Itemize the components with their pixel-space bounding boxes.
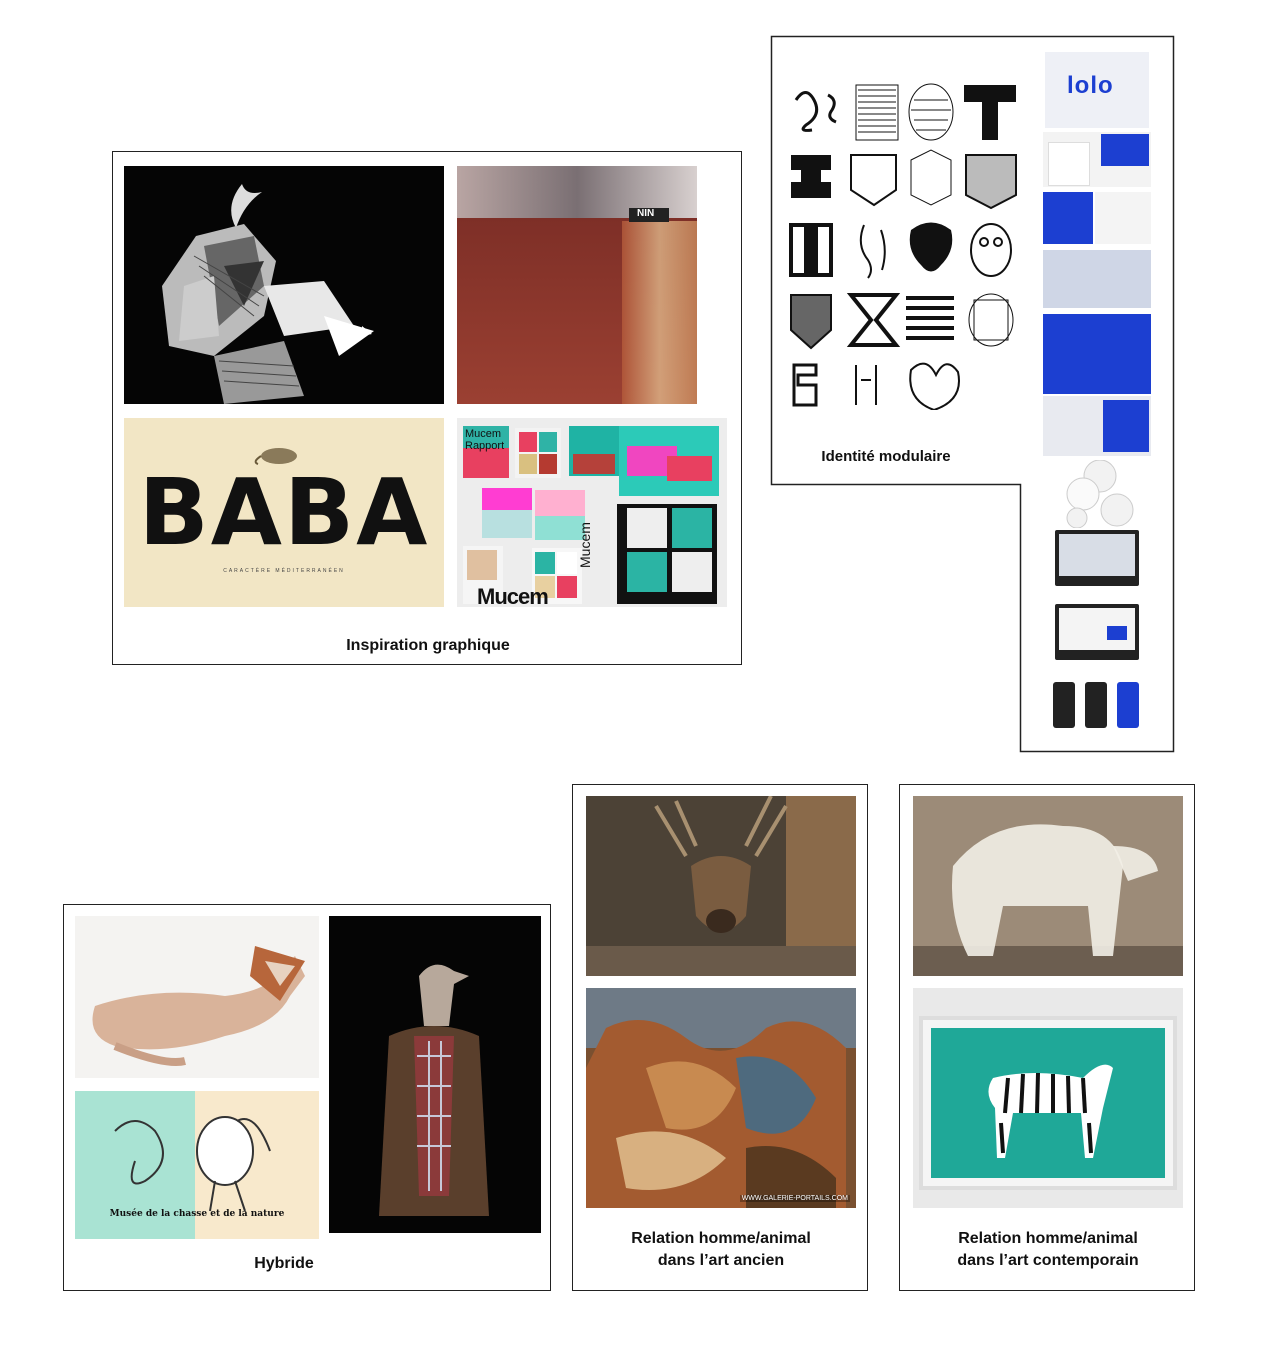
bird-headed-man-photo[interactable] bbox=[329, 916, 541, 1233]
lolo-portraits bbox=[1043, 250, 1151, 308]
baba-subtitle: CARACTÈRE MÉDITERRANÉEN bbox=[223, 568, 345, 574]
red-abstract-album-cover[interactable]: NIN bbox=[457, 166, 697, 404]
hybride-caption: Hybride bbox=[254, 1255, 314, 1272]
lolo-posters bbox=[1043, 396, 1151, 456]
collage-graphic bbox=[162, 184, 374, 404]
hunt-painting-image[interactable]: WWW.GALERIE-PORTAILS.COM bbox=[586, 988, 856, 1208]
mucem-label-4: Mucem bbox=[577, 522, 593, 568]
art-contemporain-caption-line2: dans l’art contemporain bbox=[957, 1252, 1139, 1269]
identite-caption: Identité modulaire bbox=[821, 448, 951, 465]
mucem-label-2: Rapport bbox=[465, 440, 505, 452]
lolo-desktop-mockup-2 bbox=[1055, 604, 1139, 660]
mucem-label-1: Mucem bbox=[465, 428, 502, 440]
bird-man-graphic bbox=[379, 964, 489, 1216]
hunt-graphic bbox=[586, 988, 856, 1208]
lolo-grid-print bbox=[1095, 192, 1151, 244]
zebra-graphic bbox=[919, 1016, 1177, 1190]
mucem-report-layouts[interactable]: Mucem Rapport Mucem Mucem bbox=[457, 418, 727, 607]
face-glyph-grid[interactable] bbox=[786, 80, 1026, 412]
museum-bird-poster[interactable]: Musée de la chasse et de la nature bbox=[75, 1091, 319, 1239]
inspiration-caption: Inspiration graphique bbox=[346, 637, 510, 654]
lolo-blue-cards bbox=[1043, 314, 1151, 394]
face-glyphs-graphic bbox=[789, 83, 1017, 412]
lolo-logo: lolo bbox=[1067, 72, 1114, 99]
lolo-tote-and-card bbox=[1043, 132, 1151, 187]
stag-tapestry-image[interactable] bbox=[586, 796, 856, 976]
mucem-label-3: Mucem bbox=[477, 584, 549, 607]
art-contemporain-caption-line1: Relation homme/animal bbox=[958, 1230, 1138, 1247]
fox-head-body-image[interactable] bbox=[75, 916, 319, 1078]
lolo-badges bbox=[1055, 459, 1145, 529]
red-abstract-graphic bbox=[457, 166, 697, 404]
album-label: NIN bbox=[637, 208, 655, 219]
art-ancien-panel: WWW.GALERIE-PORTAILS.COM Relation homme/… bbox=[572, 784, 868, 1291]
stag-graphic bbox=[586, 796, 856, 976]
lolo-cover: lolo bbox=[1045, 52, 1149, 128]
baba-typeface-poster[interactable]: BABA CARACTÈRE MÉDITERRANÉEN bbox=[124, 418, 444, 607]
art-contemporain-panel: Relation homme/animal dans l’art contemp… bbox=[899, 784, 1195, 1291]
art-ancien-caption-line1: Relation homme/animal bbox=[631, 1230, 811, 1247]
lolo-desktop-mockup-1 bbox=[1055, 530, 1139, 586]
gallery-watermark: WWW.GALERIE-PORTAILS.COM bbox=[739, 1195, 850, 1202]
zebra-formaldehyde-image[interactable] bbox=[913, 988, 1183, 1208]
lace-bear-graphic bbox=[913, 796, 1183, 976]
lolo-phone-mockups bbox=[1053, 682, 1143, 728]
baba-title: BABA bbox=[138, 459, 430, 566]
fox-body-graphic bbox=[92, 946, 305, 1066]
art-ancien-caption-line2: dans l’art ancien bbox=[657, 1252, 785, 1269]
lolo-pattern-print bbox=[1043, 192, 1093, 244]
museum-title: Musée de la chasse et de la nature bbox=[109, 1209, 285, 1219]
inspiration-panel: NIN BABA CARACTÈRE MÉDITERRANÉEN Mucem R… bbox=[112, 151, 742, 665]
lace-bear-sculpture-image[interactable] bbox=[913, 796, 1183, 976]
hybride-panel: Musée de la chasse et de la nature Hybri… bbox=[63, 904, 551, 1291]
lolo-brand-column[interactable]: lolo bbox=[1043, 52, 1151, 732]
black-white-collage-image[interactable] bbox=[124, 166, 444, 404]
